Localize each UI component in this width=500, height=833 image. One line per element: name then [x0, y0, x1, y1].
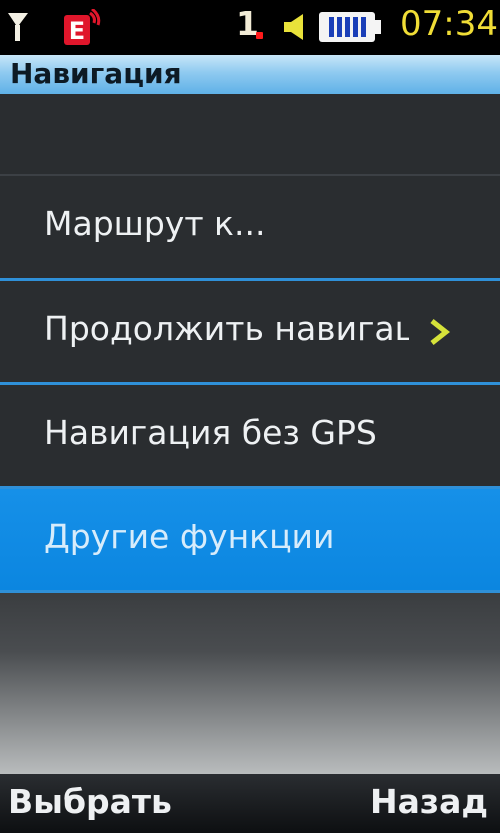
list-top-spacer: [0, 94, 500, 174]
menu-item-route-to[interactable]: Маршрут к...: [0, 174, 500, 278]
status-bar: E 1 07:34: [0, 0, 500, 55]
sim-dot: [256, 32, 263, 39]
title-bar: Навигация: [0, 55, 500, 94]
menu-item-label: Навигация без GPS: [44, 413, 377, 452]
softkey-bar: Выбрать Назад: [0, 774, 500, 833]
menu-item-continue-navigation[interactable]: Продолжить навигац: [0, 278, 500, 382]
sim-indicator: 1: [236, 4, 259, 43]
menu-item-other-functions[interactable]: Другие функции: [0, 486, 500, 590]
back-softkey[interactable]: Назад: [370, 782, 488, 821]
menu-item-label: Другие функции: [44, 517, 335, 556]
select-softkey[interactable]: Выбрать: [8, 782, 172, 821]
battery-icon: [319, 12, 381, 42]
menu-item-navigation-without-gps[interactable]: Навигация без GPS: [0, 382, 500, 486]
menu-list: Маршрут к... Продолжить навигац Навигаци…: [0, 94, 500, 774]
menu-item-label: Маршрут к...: [44, 204, 266, 243]
status-clock: 07:34: [400, 4, 498, 44]
speaker-icon: [284, 14, 303, 40]
antenna-signal-icon: [8, 13, 28, 41]
menu-item-label: Продолжить навигац: [44, 309, 409, 348]
network-label: E: [69, 17, 85, 45]
edge-data-icon: E: [64, 9, 101, 45]
chevron-right-icon: [430, 319, 450, 345]
page-title: Навигация: [10, 57, 182, 90]
list-bottom-separator: [0, 590, 500, 593]
